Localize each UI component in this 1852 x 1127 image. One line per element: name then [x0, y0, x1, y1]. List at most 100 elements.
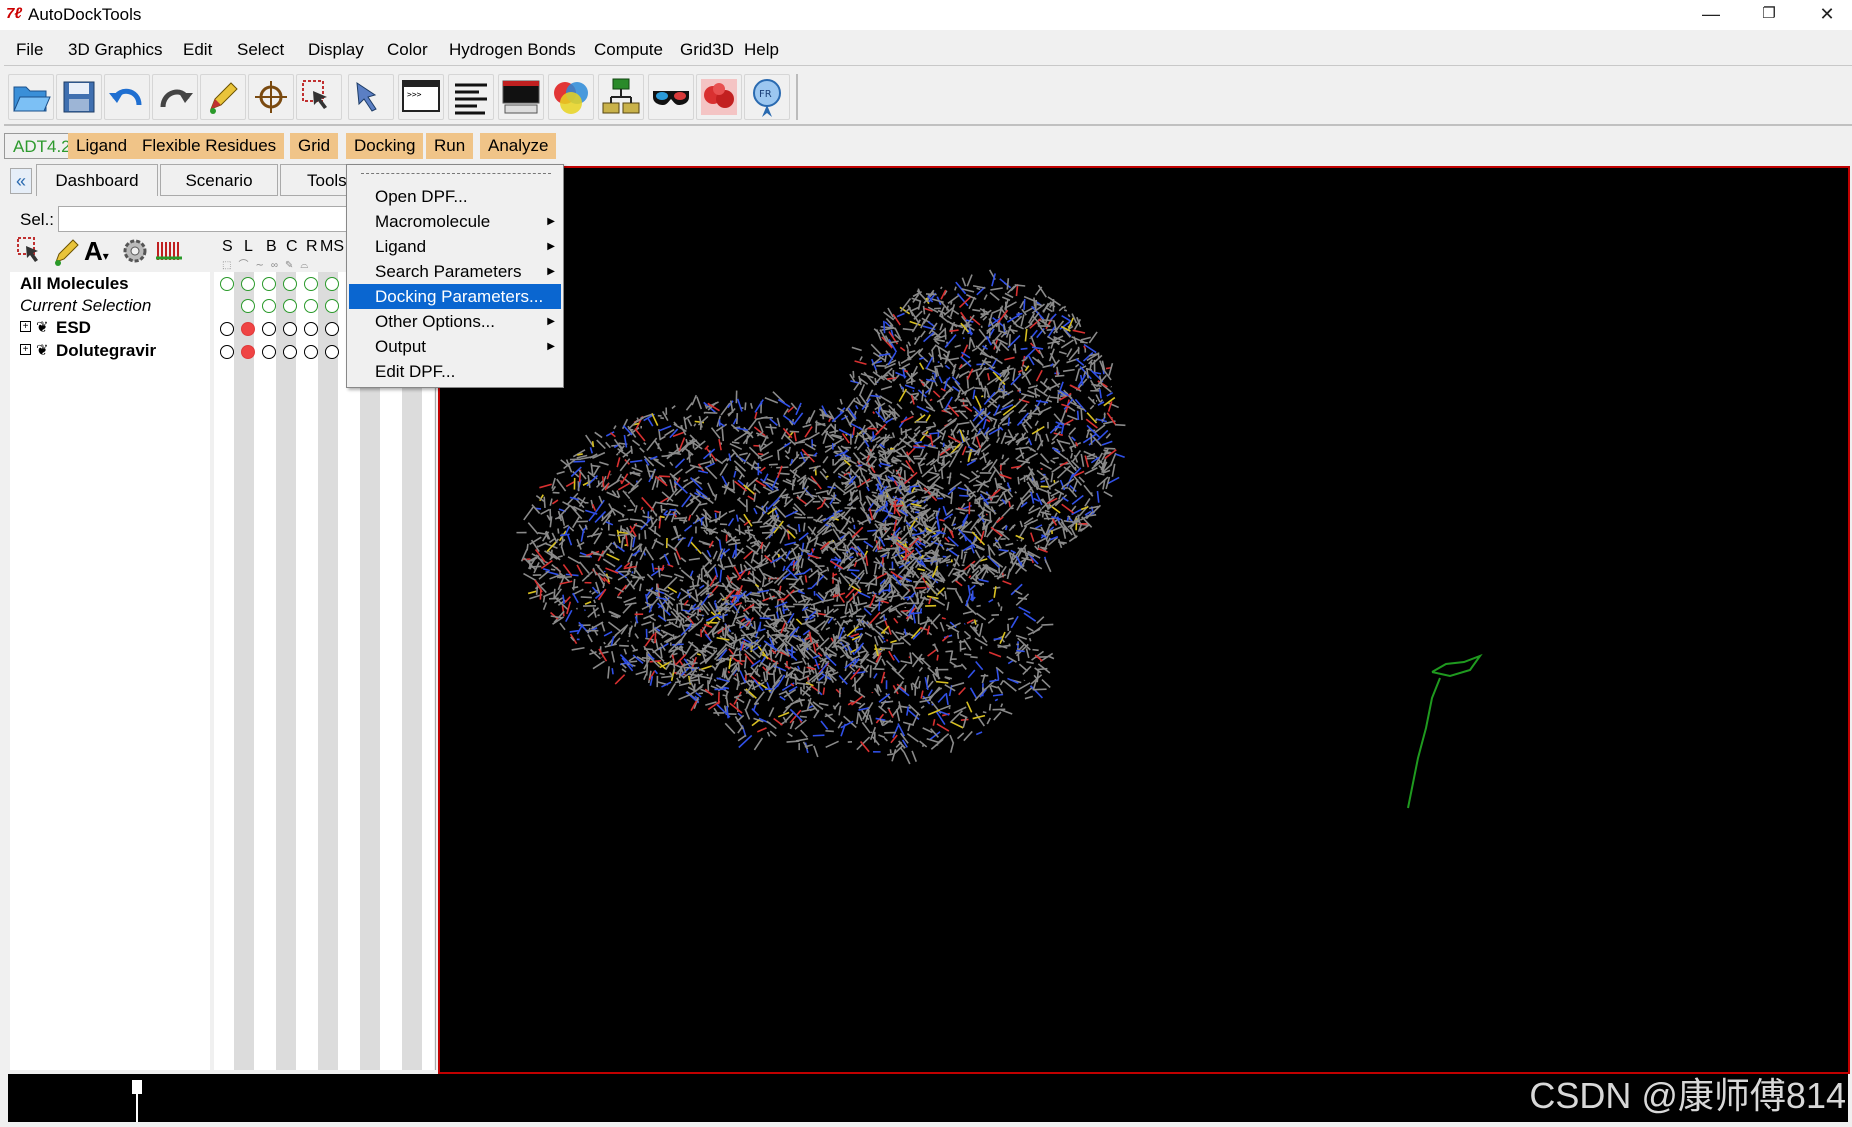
expand-esd-icon[interactable]: +: [20, 321, 31, 332]
menu-file[interactable]: File: [16, 40, 43, 60]
close-button[interactable]: ✕: [1798, 0, 1852, 30]
submenu-arrow-icon: ▶: [547, 341, 555, 352]
toggle-circle[interactable]: [304, 345, 318, 359]
menu-open-dpf[interactable]: Open DPF...: [349, 184, 561, 209]
module-tab-analyze[interactable]: Analyze: [480, 133, 557, 159]
toggle-circle[interactable]: [304, 277, 318, 291]
menu-hydrogen-bonds[interactable]: Hydrogen Bonds: [449, 40, 576, 60]
menu-item-label: Other Options...: [375, 312, 495, 331]
toggle-circle[interactable]: [262, 322, 276, 336]
menu-search-parameters[interactable]: Search Parameters ▶: [349, 259, 561, 284]
menu-3d-graphics[interactable]: 3D Graphics: [68, 40, 162, 60]
label-tool-icon[interactable]: A▾: [84, 234, 118, 268]
toggle-circle[interactable]: [241, 322, 255, 336]
col-header-s: S: [222, 238, 233, 255]
module-tab-docking[interactable]: Docking: [346, 133, 424, 159]
toggle-circle[interactable]: [283, 299, 297, 313]
toggle-circle[interactable]: [325, 345, 339, 359]
col-header-ms: MS: [320, 238, 344, 255]
toggle-circle[interactable]: [220, 277, 234, 291]
menu-compute[interactable]: Compute: [594, 40, 663, 60]
tearoff-line[interactable]: [361, 173, 551, 174]
module-tab-flexible-residues[interactable]: Flexible Residues: [134, 133, 285, 159]
toggle-circle[interactable]: [262, 277, 276, 291]
selection-icon[interactable]: [296, 74, 342, 120]
menu-output[interactable]: Output ▶: [349, 334, 561, 359]
menu-edit-dpf[interactable]: Edit DPF...: [349, 359, 561, 384]
gear-tool-icon[interactable]: [118, 234, 152, 268]
crosshair-icon[interactable]: [248, 74, 294, 120]
restore-button[interactable]: ❐: [1740, 0, 1798, 30]
col-header-b: B: [266, 238, 277, 255]
text-lines-icon[interactable]: [448, 74, 494, 120]
title-bar: 7ℓ AutoDockTools — ❐ ✕: [0, 0, 1852, 30]
menu-docking-parameters[interactable]: Docking Parameters...: [349, 284, 561, 309]
minimize-button[interactable]: —: [1682, 0, 1740, 30]
molecule-icon: ❦: [36, 342, 49, 359]
molecule-render: [516, 269, 1483, 809]
toggle-circle[interactable]: [283, 345, 297, 359]
molecule-image-icon[interactable]: [696, 74, 742, 120]
expand-dolutegravir-icon[interactable]: +: [20, 344, 31, 355]
info-badge-icon[interactable]: FR: [744, 74, 790, 120]
toggle-circle[interactable]: [220, 345, 234, 359]
menu-item-label: Macromolecule: [375, 212, 491, 231]
collapse-panel-icon[interactable]: «: [10, 168, 32, 194]
stereo-glasses-icon[interactable]: [648, 74, 694, 120]
row-all-molecules[interactable]: All Molecules: [20, 274, 129, 294]
network-icon[interactable]: [598, 74, 644, 120]
toggle-circle[interactable]: [241, 277, 255, 291]
save-icon[interactable]: [56, 74, 102, 120]
open-folder-icon[interactable]: [8, 74, 54, 120]
menu-edit[interactable]: Edit: [183, 40, 212, 60]
menu-ligand[interactable]: Ligand ▶: [349, 234, 561, 259]
watermark: CSDN @康师傅814: [1529, 1075, 1846, 1116]
menu-item-label: Output: [375, 337, 427, 356]
toggle-circle[interactable]: [241, 345, 255, 359]
toggle-circle[interactable]: [241, 299, 255, 313]
toggle-circle[interactable]: [220, 322, 234, 336]
tab-dashboard[interactable]: Dashboard: [36, 164, 158, 196]
pencil-icon[interactable]: [200, 74, 246, 120]
toggle-circle[interactable]: [325, 277, 339, 291]
toggle-circle[interactable]: [325, 299, 339, 313]
toggle-circle[interactable]: [283, 322, 297, 336]
python-shell-icon[interactable]: >>>: [398, 74, 444, 120]
menu-macromolecule[interactable]: Macromolecule ▶: [349, 209, 561, 234]
row-dolutegravir[interactable]: Dolutegravir: [56, 341, 156, 361]
toggle-circle[interactable]: [304, 322, 318, 336]
select-tool-icon[interactable]: [14, 234, 48, 268]
toggle-circle[interactable]: [304, 299, 318, 313]
menu-item-label: Search Parameters: [375, 262, 522, 281]
menu-other-options[interactable]: Other Options... ▶: [349, 309, 561, 334]
module-tab-ligand[interactable]: Ligand: [68, 133, 136, 159]
row-current-selection[interactable]: Current Selection: [20, 296, 151, 316]
tab-scenario[interactable]: Scenario: [160, 164, 278, 196]
redo-icon[interactable]: [152, 74, 198, 120]
menu-color[interactable]: Color: [387, 40, 428, 60]
submenu-arrow-icon: ▶: [547, 316, 555, 327]
slider-line: [136, 1092, 138, 1122]
column-stripe: [402, 272, 422, 1070]
column-stripe: [234, 272, 254, 1070]
toggle-circle[interactable]: [283, 277, 297, 291]
menu-display[interactable]: Display: [308, 40, 364, 60]
menu-help[interactable]: Help: [744, 40, 779, 60]
toggle-circle[interactable]: [262, 345, 276, 359]
toggle-circle[interactable]: [325, 322, 339, 336]
submenu-arrow-icon: ▶: [547, 216, 555, 227]
row-esd[interactable]: ESD: [56, 318, 91, 338]
menu-select[interactable]: Select: [237, 40, 284, 60]
monitor-icon[interactable]: [498, 74, 544, 120]
bar-tool-icon[interactable]: [152, 234, 186, 268]
selection-input[interactable]: [58, 206, 348, 232]
toggle-circle[interactable]: [262, 299, 276, 313]
module-tab-run[interactable]: Run: [426, 133, 474, 159]
menu-grid3d[interactable]: Grid3D: [680, 40, 734, 60]
pointer-icon[interactable]: [348, 74, 394, 120]
color-sphere-icon[interactable]: [548, 74, 594, 120]
module-tab-grid[interactable]: Grid: [290, 133, 339, 159]
undo-icon[interactable]: [104, 74, 150, 120]
3d-viewer[interactable]: [438, 166, 1850, 1074]
pencil-tool-icon[interactable]: [50, 234, 84, 268]
